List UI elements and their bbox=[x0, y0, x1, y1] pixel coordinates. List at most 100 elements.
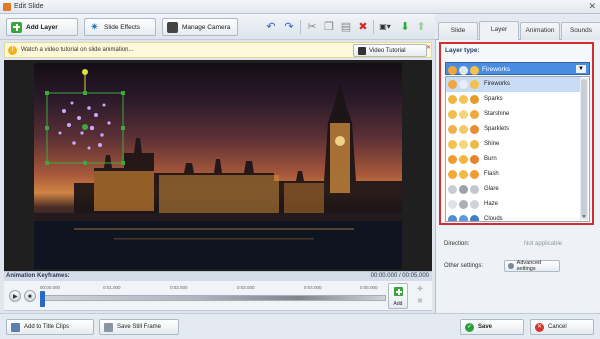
option-label: Sparks bbox=[484, 96, 503, 102]
main-toolbar: Add Layer ✷ Slide Effects Manage Camera … bbox=[0, 14, 435, 40]
scrollbar-thumb[interactable] bbox=[581, 80, 587, 218]
keyframe-prev-icon[interactable]: ✚ bbox=[414, 285, 426, 293]
add-to-title-clips-label: Add to Title Clips bbox=[24, 324, 70, 330]
option-starshine[interactable]: Starshine bbox=[446, 107, 581, 122]
option-label: Glare bbox=[484, 186, 499, 192]
video-tutorial-label: Video Tutorial bbox=[369, 47, 406, 54]
add-icon bbox=[11, 21, 22, 33]
option-burn[interactable]: Burn bbox=[446, 152, 581, 167]
keyframes-header: Animation Keyframes: 00:00.000 / 00:05.0… bbox=[4, 271, 432, 281]
add-keyframe-label: Add bbox=[393, 301, 403, 307]
tutorial-info-bar: ! Watch a video tutorial on slide animat… bbox=[4, 42, 432, 58]
toolbar-separator bbox=[373, 20, 374, 34]
direction-label: Direction: bbox=[444, 241, 470, 247]
keyframe-marker[interactable] bbox=[40, 291, 45, 307]
add-layer-label: Add Layer bbox=[26, 23, 58, 31]
slide-effects-label: Slide Effects bbox=[104, 23, 141, 31]
delete-icon[interactable]: ✖ bbox=[356, 20, 370, 34]
undo-icon[interactable]: ↶ bbox=[264, 20, 278, 34]
option-flash[interactable]: Flash bbox=[446, 167, 581, 182]
fireworks-option-icons bbox=[448, 80, 480, 90]
tutorial-link[interactable]: Watch a video tutorial on slide animatio… bbox=[21, 47, 134, 53]
option-label: Burn bbox=[484, 156, 497, 162]
panel-tabs: Slide Layer Animation Sounds bbox=[435, 14, 600, 41]
keyframe-delete-icon[interactable]: ✖ bbox=[414, 297, 426, 305]
option-haze[interactable]: Haze bbox=[446, 197, 581, 212]
option-label: Shine bbox=[484, 141, 500, 147]
move-down-icon[interactable]: ⬇ bbox=[398, 20, 412, 34]
cancel-label: Cancel bbox=[548, 324, 567, 330]
clouds-option-icons bbox=[448, 215, 480, 221]
sparklets-option-icons bbox=[448, 125, 480, 135]
slide-image bbox=[34, 69, 402, 269]
app-icon bbox=[3, 3, 11, 11]
glare-option-icons bbox=[448, 185, 480, 195]
tab-sounds[interactable]: Sounds bbox=[561, 22, 600, 40]
layer-type-section: Layer type: Fireworks ▼ Fireworks Sparks… bbox=[439, 42, 594, 225]
option-sparks[interactable]: Sparks bbox=[446, 92, 581, 107]
tab-layer[interactable]: Layer bbox=[479, 21, 519, 41]
camera-icon bbox=[167, 21, 178, 33]
option-fireworks[interactable]: Fireworks bbox=[446, 77, 581, 92]
direction-value: Not applicable bbox=[524, 241, 563, 247]
timeline-tick: 0:05.000 bbox=[360, 285, 378, 290]
play-icon: ▶ bbox=[13, 293, 18, 300]
layer-properties-panel: Layer type: Fireworks ▼ Fireworks Sparks… bbox=[435, 40, 600, 313]
keyframes-area: ▶ ■ 00:00.000 0:01.000 0:02.000 0:03.000… bbox=[4, 281, 432, 311]
stop-button[interactable]: ■ bbox=[24, 290, 36, 302]
close-info-icon[interactable]: ✕ bbox=[426, 44, 431, 51]
manage-camera-label: Manage Camera bbox=[182, 23, 231, 31]
save-label: Save bbox=[478, 324, 493, 330]
layer-type-selected: Fireworks bbox=[482, 66, 511, 73]
layer-type-dropdown[interactable]: Fireworks ▼ bbox=[445, 62, 590, 75]
bottom-action-bar: Add to Title Clips Save Still Frame ✓ Sa… bbox=[0, 313, 600, 339]
option-label: Clouds bbox=[484, 216, 503, 222]
arrange-icon[interactable]: ▣▾ bbox=[378, 20, 392, 34]
option-label: Fireworks bbox=[484, 81, 511, 87]
add-to-title-clips-button[interactable]: Add to Title Clips bbox=[6, 319, 94, 335]
save-still-frame-button[interactable]: Save Still Frame bbox=[99, 319, 179, 335]
move-up-icon[interactable]: ⬆ bbox=[414, 20, 428, 34]
paste-icon[interactable]: ▤ bbox=[339, 20, 353, 34]
timeline-track[interactable] bbox=[40, 295, 386, 301]
cut-icon[interactable]: ✂ bbox=[305, 20, 319, 34]
effects-star-icon: ✷ bbox=[90, 21, 99, 33]
add-keyframe-button[interactable]: Add bbox=[388, 283, 408, 309]
scroll-down-icon[interactable]: ▼ bbox=[580, 214, 588, 220]
haze-option-icons bbox=[448, 200, 480, 210]
tab-slide[interactable]: Slide bbox=[438, 22, 478, 40]
option-clouds[interactable]: Clouds bbox=[446, 212, 581, 222]
play-button[interactable]: ▶ bbox=[9, 290, 21, 302]
close-window-icon[interactable]: ✕ bbox=[588, 1, 596, 12]
layer-type-scrollbar[interactable]: ▲ ▼ bbox=[580, 78, 588, 220]
advanced-settings-button[interactable]: Advanced settings bbox=[504, 260, 560, 272]
option-glare[interactable]: Glare bbox=[446, 182, 581, 197]
stop-icon: ■ bbox=[28, 293, 32, 300]
settings-icon bbox=[508, 263, 514, 269]
layer-type-list: Fireworks Sparks Starshine Sparklets Shi… bbox=[445, 76, 590, 222]
advanced-settings-label: Advanced settings bbox=[516, 260, 542, 272]
option-label: Starshine bbox=[484, 111, 510, 117]
tab-animation[interactable]: Animation bbox=[520, 22, 560, 40]
save-button[interactable]: ✓ Save bbox=[460, 319, 524, 335]
manage-camera-button[interactable]: Manage Camera bbox=[162, 18, 238, 36]
add-layer-button[interactable]: Add Layer bbox=[6, 18, 78, 36]
redo-icon[interactable]: ↷ bbox=[282, 20, 296, 34]
option-sparklets[interactable]: Sparklets bbox=[446, 122, 581, 137]
fireworks-preview-icons bbox=[448, 66, 480, 76]
slide-preview[interactable] bbox=[34, 63, 402, 269]
dropdown-arrow-icon[interactable]: ▼ bbox=[576, 65, 586, 73]
cancel-icon: ✕ bbox=[535, 322, 544, 332]
timeline-tick: 0:03.000 bbox=[237, 285, 255, 290]
flash-option-icons bbox=[448, 170, 480, 180]
check-icon: ✓ bbox=[465, 322, 474, 332]
option-label: Haze bbox=[484, 201, 499, 207]
video-tutorial-button[interactable]: Video Tutorial bbox=[353, 44, 427, 57]
layer-type-label: Layer type: bbox=[445, 47, 480, 54]
slide-effects-button[interactable]: ✷ Slide Effects bbox=[84, 18, 156, 36]
save-still-frame-label: Save Still Frame bbox=[117, 324, 162, 330]
copy-icon[interactable]: ❐ bbox=[322, 20, 336, 34]
cancel-button[interactable]: ✕ Cancel bbox=[530, 319, 594, 335]
keyframe-timeline[interactable]: 00:00.000 0:01.000 0:02.000 0:03.000 0:0… bbox=[40, 283, 386, 309]
option-shine[interactable]: Shine bbox=[446, 137, 581, 152]
